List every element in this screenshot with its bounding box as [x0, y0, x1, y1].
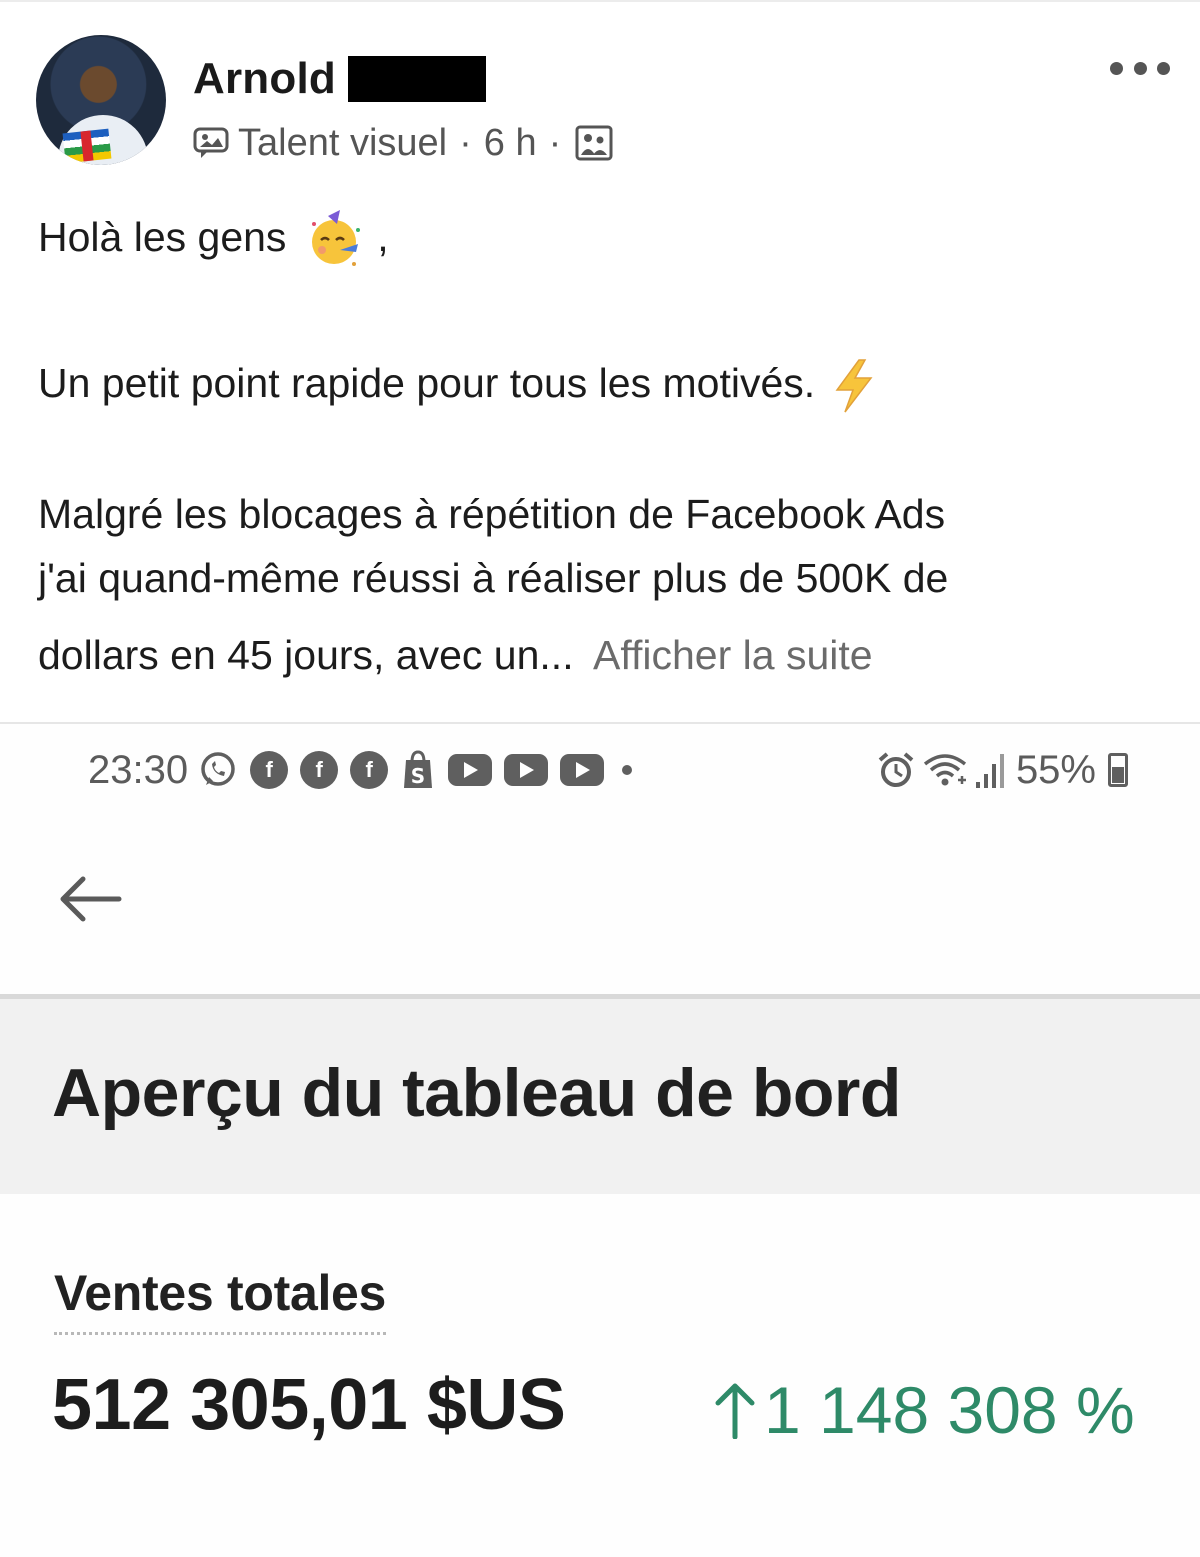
post-image[interactable]: 23:30 f f f S 55% Aperçu du tableau de b… [0, 722, 1200, 1557]
svg-text:S: S [411, 764, 425, 788]
total-sales-value: 512 305,01 $US [52, 1365, 566, 1445]
photo-audience-icon [575, 125, 613, 161]
status-right: 55% [876, 748, 1128, 793]
avatar[interactable] [36, 35, 166, 165]
wifi-icon [923, 754, 967, 786]
post-meta: Talent visuel · 6 h · [192, 120, 613, 166]
meta-separator: · [548, 121, 562, 164]
linkedin-post: Arnold Talent visuel · 6 h · Holà les ge… [0, 0, 1200, 722]
sales-change: 1 148 308 % [712, 1372, 1135, 1448]
alarm-icon [878, 752, 914, 787]
back-arrow-icon[interactable] [55, 869, 125, 929]
phone-status-bar: 23:30 f f f S 55% [88, 744, 1128, 796]
sales-change-value: 1 148 308 % [764, 1373, 1135, 1447]
post-text-line: dollars en 45 jours, avec un... [38, 632, 574, 678]
post-line-2: Un petit point rapide pour tous les moti… [38, 358, 877, 414]
dashboard-header: Aperçu du tableau de bord [0, 994, 1200, 1194]
youtube-icon [560, 754, 605, 786]
see-more-link[interactable]: Afficher la suite [593, 632, 873, 678]
post-line-3: Malgré les blocages à répétition de Face… [38, 491, 946, 537]
author-row: Arnold [193, 54, 486, 104]
lightning-emoji [835, 359, 873, 413]
notification-icons: f f f S [198, 750, 605, 790]
greeting-comma: , [377, 213, 389, 260]
facebook-icon: f [300, 751, 339, 789]
post-line-4: j'ai quand-même réussi à réaliser plus d… [38, 555, 949, 601]
partying-face-emoji [311, 210, 360, 266]
more-options-button[interactable] [1110, 56, 1170, 80]
redaction-bar [347, 56, 486, 102]
talent-badge-label[interactable]: Talent visuel [238, 122, 447, 165]
whatsapp-icon [201, 752, 235, 786]
shopify-icon: S [404, 750, 433, 788]
post-line-greeting: Holà les gens , [38, 210, 389, 270]
arrow-up-icon [715, 1383, 755, 1439]
more-dot [1157, 61, 1170, 75]
meta-separator: · [459, 121, 472, 164]
youtube-icon [448, 754, 493, 786]
total-sales-label[interactable]: Ventes totales [54, 1264, 386, 1335]
post-text-line: Un petit point rapide pour tous les moti… [38, 359, 816, 406]
battery-percent: 55% [1015, 747, 1096, 792]
youtube-icon [504, 754, 549, 786]
status-time: 23:30 [88, 747, 189, 792]
greeting-text: Holà les gens [38, 213, 287, 260]
post-time: 6 h [483, 121, 537, 164]
talent-badge-icon [193, 127, 229, 158]
signal-icon [975, 754, 1004, 788]
post-line-5: dollars en 45 jours, avec un... Afficher… [38, 632, 873, 679]
facebook-icon: f [350, 751, 389, 789]
avatar-flag [62, 128, 112, 164]
author-name[interactable]: Arnold [193, 54, 336, 104]
more-notifications-dot [622, 765, 633, 775]
more-dot [1110, 61, 1123, 75]
battery-icon [1108, 753, 1128, 787]
app-notification-icon: f [250, 751, 289, 789]
dashboard-title: Aperçu du tableau de bord [52, 1055, 901, 1131]
more-dot [1133, 61, 1147, 75]
